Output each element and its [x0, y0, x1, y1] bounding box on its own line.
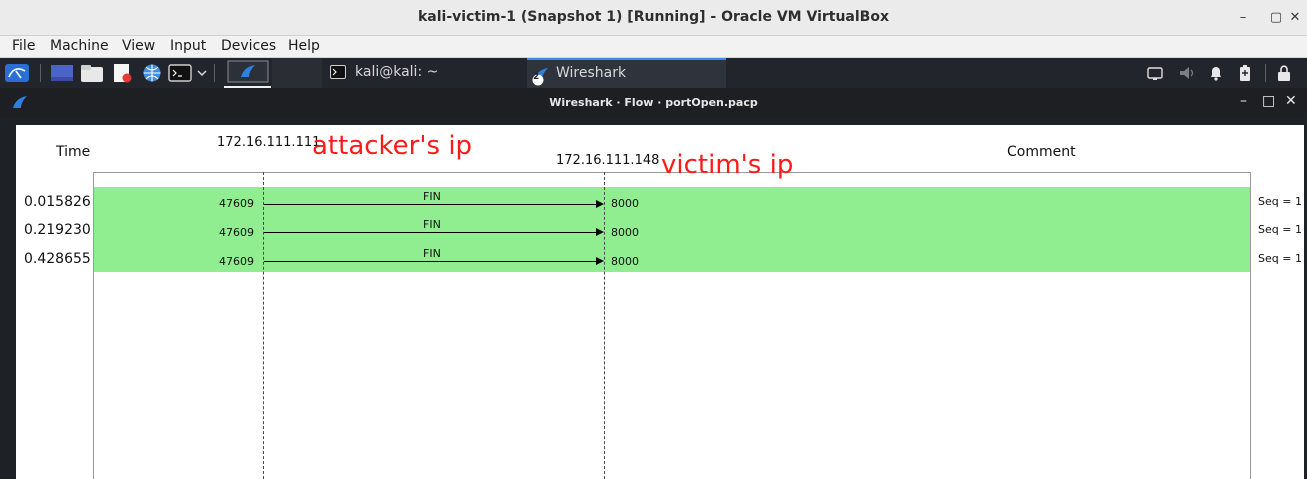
menu-file[interactable]: File — [12, 38, 35, 54]
ws-minimize-button[interactable]: – — [1240, 93, 1247, 109]
kali-menu-icon[interactable] — [4, 63, 30, 83]
web-browser-icon[interactable] — [140, 63, 164, 83]
node-a-address: 172.16.111.111 — [217, 135, 321, 150]
arrow-head — [596, 257, 604, 265]
workspace-2[interactable] — [272, 58, 322, 88]
row-flag-label: FIN — [423, 218, 441, 231]
attacker-ip-annotation: attacker's ip — [312, 131, 473, 161]
row-arrow[interactable] — [264, 261, 596, 262]
workspace-preview-icon — [227, 60, 269, 83]
menu-input[interactable]: Input — [170, 38, 206, 54]
row-dst-port: 8000 — [611, 226, 639, 239]
row-dst-port: 8000 — [611, 255, 639, 268]
kali-top-panel: kali@kali: ~ 2 Wireshark — [0, 58, 1307, 88]
wireshark-task-label: Wireshark — [556, 65, 627, 81]
file-manager-icon[interactable] — [80, 63, 104, 83]
node-b-lifeline — [604, 172, 605, 479]
panel-separator — [1265, 64, 1266, 82]
row-time[interactable]: 0.219230 — [24, 222, 91, 238]
panel-separator — [40, 64, 41, 82]
taskbar-terminal[interactable]: kali@kali: ~ — [322, 58, 522, 88]
taskbar-wireshark[interactable]: 2 Wireshark — [527, 58, 726, 88]
display-icon[interactable] — [1147, 63, 1163, 83]
menu-view[interactable]: View — [122, 38, 155, 54]
volume-icon[interactable] — [1178, 63, 1196, 83]
node-a-lifeline — [263, 172, 264, 479]
wireshark-titlebar: Wireshark · Flow · portOpen.pacp – □ ✕ — [0, 88, 1307, 118]
row-time[interactable]: 0.428655 — [24, 251, 91, 267]
ws-close-button[interactable]: ✕ — [1285, 93, 1297, 109]
virtualbox-titlebar: kali-victim-1 (Snapshot 1) [Running] - O… — [0, 0, 1307, 36]
ws-maximize-button[interactable]: □ — [1262, 93, 1275, 109]
workspace-1[interactable] — [224, 58, 271, 88]
wireshark-window-title: Wireshark · Flow · portOpen.pacp — [549, 96, 758, 109]
notifications-bell-icon[interactable] — [1208, 63, 1224, 83]
close-button[interactable]: ✕ — [1285, 8, 1305, 28]
menu-help[interactable]: Help — [288, 38, 320, 54]
chevron-down-icon[interactable] — [196, 63, 208, 83]
header-comment: Comment — [1007, 144, 1076, 160]
virtualbox-menubar: File Machine View Input Devices Help — [0, 36, 1307, 58]
terminal-task-label: kali@kali: ~ — [355, 64, 439, 80]
row-flag-label: FIN — [423, 247, 441, 260]
window-title: kali-victim-1 (Snapshot 1) [Running] - O… — [417, 9, 889, 25]
node-b-address: 172.16.111.148 — [556, 153, 660, 168]
row-comment: Seq = 1 — [1258, 223, 1302, 236]
minimize-button[interactable]: – — [1233, 8, 1253, 28]
header-time: Time — [56, 144, 91, 160]
row-dst-port: 8000 — [611, 197, 639, 210]
show-desktop-icon[interactable] — [50, 63, 74, 83]
flow-rows-highlight — [94, 187, 1250, 272]
row-src-port: 47609 — [219, 197, 254, 210]
row-time[interactable]: 0.015826 — [24, 194, 91, 210]
row-arrow[interactable] — [264, 204, 596, 205]
battery-icon[interactable] — [1237, 63, 1253, 83]
maximize-button[interactable]: ▢ — [1266, 8, 1286, 28]
menu-devices[interactable]: Devices — [221, 38, 276, 54]
panel-separator — [214, 64, 215, 82]
terminal-icon — [330, 65, 346, 79]
text-editor-icon[interactable] — [110, 63, 134, 83]
row-comment: Seq = 1 — [1258, 252, 1302, 265]
row-comment: Seq = 1 — [1258, 195, 1302, 208]
menu-machine[interactable]: Machine — [50, 38, 109, 54]
lock-screen-icon[interactable] — [1276, 63, 1292, 83]
victim-ip-annotation: victim's ip — [661, 150, 794, 180]
wireshark-window-count: 2 — [533, 72, 540, 82]
row-src-port: 47609 — [219, 255, 254, 268]
arrow-head — [596, 228, 604, 236]
row-flag-label: FIN — [423, 190, 441, 203]
arrow-head — [596, 200, 604, 208]
row-src-port: 47609 — [219, 226, 254, 239]
row-arrow[interactable] — [264, 232, 596, 233]
terminal-launcher-icon[interactable] — [168, 63, 192, 83]
